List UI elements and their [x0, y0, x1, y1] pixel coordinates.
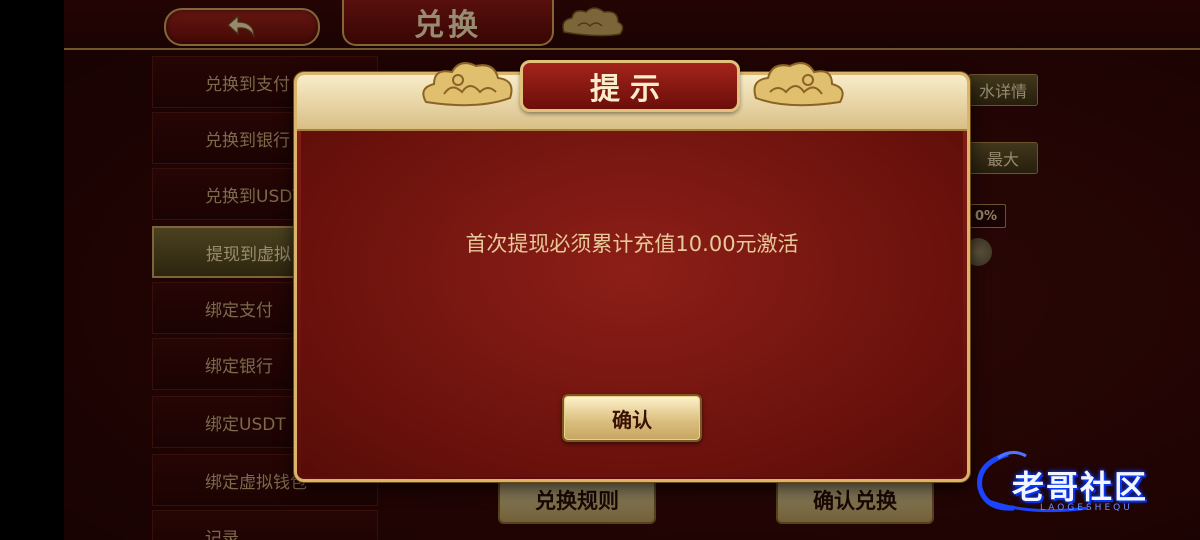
screen: 兑换 兑换到支付 兑换到银行 兑换到USDT 提现到虚拟 绑定支付 绑定银行 绑… [0, 0, 1200, 540]
watermark-subtext: LAOGESHEQU [1040, 503, 1133, 513]
confirm-button[interactable]: 确认 [562, 394, 702, 442]
dialog-title: 提示 [520, 60, 740, 112]
cloud-ornament-left-icon [422, 62, 513, 107]
cloud-ornament-right-icon [753, 62, 844, 107]
watermark-text: 老哥社区 [1012, 468, 1149, 506]
dialog-message: 首次提现必须累计充值10.00元激活 [465, 232, 799, 256]
